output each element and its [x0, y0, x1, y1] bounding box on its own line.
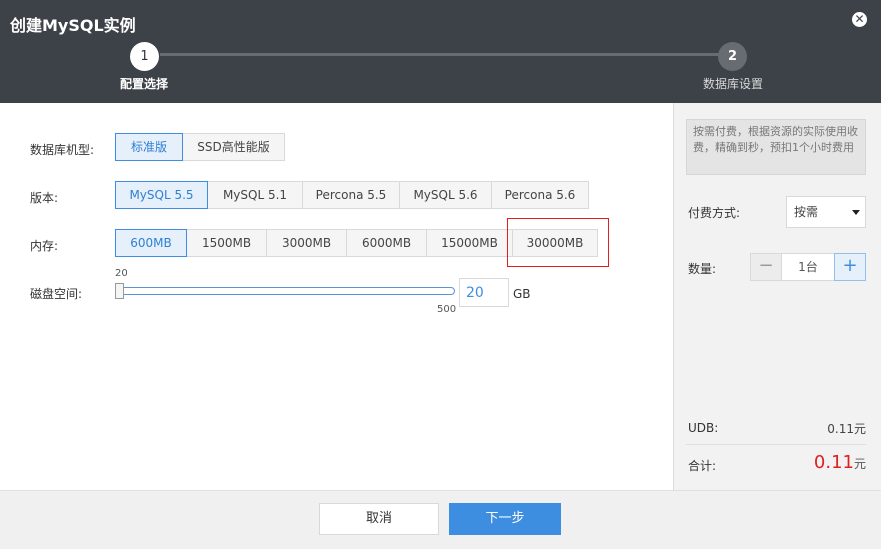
quantity-minus-button[interactable]: −	[750, 253, 782, 281]
highlight-box	[507, 218, 609, 267]
db-type-group: 标准版 SSD高性能版	[115, 133, 285, 161]
version-option-mysql56[interactable]: MySQL 5.6	[399, 181, 492, 209]
disk-label: 磁盘空间:	[30, 287, 83, 301]
memory-option-6000[interactable]: 6000MB	[346, 229, 427, 257]
total-price-value: 0.11	[813, 452, 854, 473]
step-2-circle: 2	[718, 42, 747, 71]
memory-option-600[interactable]: 600MB	[115, 229, 187, 257]
quantity-label: 数量:	[688, 262, 717, 276]
next-step-button[interactable]: 下一步	[449, 503, 561, 535]
dialog-footer	[0, 490, 881, 549]
billing-note: 按需付费，根据资源的实际使用收费，精确到秒，预扣1个小时费用	[686, 119, 866, 175]
udb-price: 0.11元	[827, 422, 866, 436]
disk-unit: GB	[513, 287, 531, 301]
db-type-option-standard[interactable]: 标准版	[115, 133, 183, 161]
total-price-unit: 元	[853, 457, 866, 471]
step-1-label: 配置选择	[120, 77, 169, 91]
memory-option-15000[interactable]: 15000MB	[426, 229, 513, 257]
payment-select[interactable]: 按需	[786, 196, 866, 228]
version-option-mysql55[interactable]: MySQL 5.5	[115, 181, 208, 209]
disk-size-input[interactable]	[459, 278, 509, 307]
disk-slider-min: 20	[115, 268, 128, 279]
side-divider	[686, 444, 866, 445]
memory-option-3000[interactable]: 3000MB	[266, 229, 347, 257]
total-price: 0.11元	[790, 452, 866, 473]
quantity-plus-button[interactable]: +	[834, 253, 866, 281]
close-icon[interactable]: ✕	[852, 12, 867, 27]
disk-slider-handle[interactable]	[115, 283, 124, 299]
memory-option-1500[interactable]: 1500MB	[186, 229, 267, 257]
payment-select-value: 按需	[794, 205, 819, 219]
memory-label: 内存:	[30, 239, 59, 253]
total-label: 合计:	[688, 459, 717, 473]
step-1-circle: 1	[130, 42, 159, 71]
cancel-button[interactable]: 取消	[319, 503, 439, 535]
udb-label: UDB:	[688, 421, 719, 435]
disk-slider-track[interactable]	[119, 287, 455, 295]
db-type-option-ssd[interactable]: SSD高性能版	[182, 133, 285, 161]
step-2-label: 数据库设置	[703, 77, 764, 91]
quantity-stepper: − 1台 +	[750, 253, 866, 281]
payment-label: 付费方式:	[688, 206, 741, 220]
version-option-percona56[interactable]: Percona 5.6	[491, 181, 589, 209]
db-type-label: 数据库机型:	[30, 143, 95, 157]
disk-slider-max: 500	[437, 304, 457, 315]
dialog-title: 创建MySQL实例	[10, 16, 136, 35]
version-option-mysql51[interactable]: MySQL 5.1	[207, 181, 303, 209]
quantity-value[interactable]: 1台	[782, 253, 834, 281]
chevron-down-icon	[852, 210, 860, 215]
version-option-percona55[interactable]: Percona 5.5	[302, 181, 400, 209]
version-label: 版本:	[30, 191, 59, 205]
step-progress-line	[160, 53, 720, 56]
version-group: MySQL 5.5 MySQL 5.1 Percona 5.5 MySQL 5.…	[115, 181, 589, 209]
